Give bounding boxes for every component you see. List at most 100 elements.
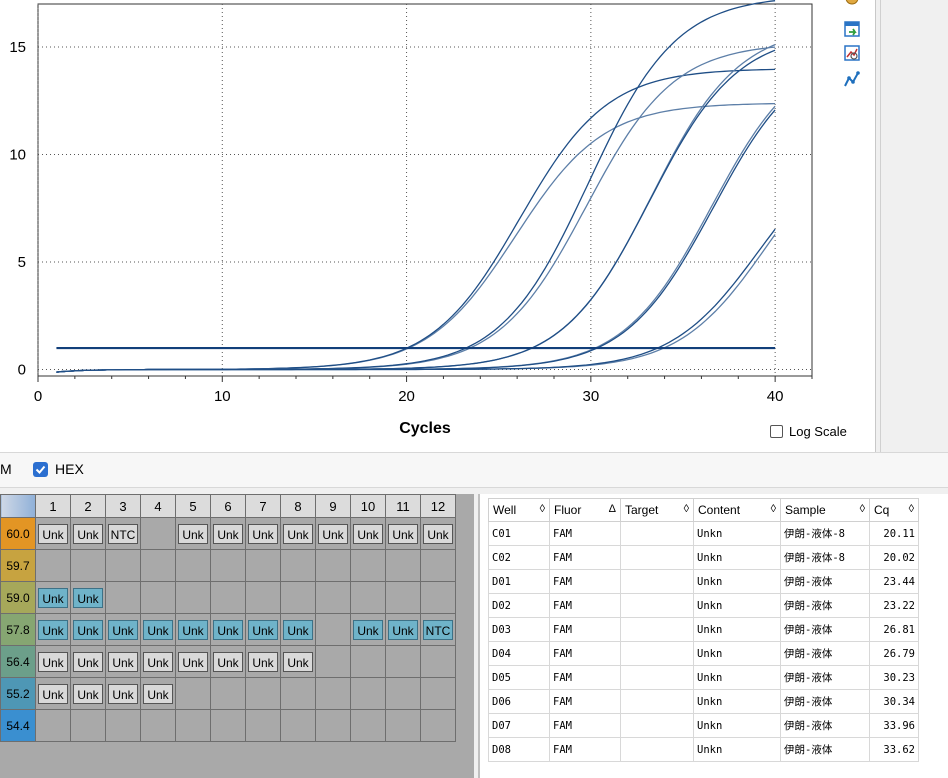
table-row[interactable]: D01 FAM Unkn 伊朗-液体 23.44 (488, 569, 919, 594)
gradient-temperature-label[interactable]: 59.7 (0, 549, 36, 582)
plate-well[interactable]: Unk (210, 613, 246, 646)
plate-well[interactable]: Unk (140, 677, 176, 710)
table-row[interactable]: D07 FAM Unkn 伊朗-液体 33.96 (488, 713, 919, 738)
plate-column-header[interactable]: 10 (350, 494, 386, 518)
plate-well[interactable]: Unk (175, 645, 211, 678)
export-icon[interactable] (842, 20, 862, 38)
plate-well[interactable]: Unk (35, 677, 71, 710)
column-header-cq[interactable]: Cq ◊ (869, 498, 919, 522)
plate-column-header[interactable]: 11 (385, 494, 421, 518)
plate-well[interactable] (140, 549, 176, 582)
plate-well[interactable]: Unk (385, 613, 421, 646)
plate-well[interactable]: Unk (420, 517, 456, 550)
hex-filter[interactable]: HEX (33, 461, 84, 477)
gradient-temperature-label[interactable]: 55.2 (0, 677, 36, 710)
table-row[interactable]: D02 FAM Unkn 伊朗-液体 23.22 (488, 593, 919, 618)
hex-checkbox[interactable] (33, 461, 48, 477)
plate-well[interactable]: Unk (35, 613, 71, 646)
plate-well[interactable] (245, 581, 281, 614)
plate-well[interactable]: Unk (105, 613, 141, 646)
plate-well[interactable]: Unk (105, 645, 141, 678)
plate-well[interactable] (350, 645, 386, 678)
plate-well[interactable] (350, 549, 386, 582)
plate-well[interactable]: Unk (70, 645, 106, 678)
plate-well[interactable] (280, 677, 316, 710)
gradient-temperature-label[interactable]: 56.4 (0, 645, 36, 678)
plate-well[interactable] (350, 709, 386, 742)
plate-well[interactable]: Unk (35, 517, 71, 550)
plate-well[interactable]: Unk (385, 517, 421, 550)
plate-well[interactable] (210, 581, 246, 614)
plate-well[interactable] (210, 709, 246, 742)
plate-well[interactable]: NTC (420, 613, 456, 646)
plate-well[interactable]: Unk (280, 517, 316, 550)
plate-well[interactable] (140, 581, 176, 614)
log-scale-checkbox[interactable] (770, 425, 783, 438)
plate-well[interactable] (175, 677, 211, 710)
sort-icon[interactable]: ◊ (771, 503, 776, 515)
plate-column-header[interactable]: 7 (245, 494, 281, 518)
plate-well[interactable] (315, 709, 351, 742)
plate-well[interactable] (385, 549, 421, 582)
plate-well[interactable] (350, 581, 386, 614)
zoom-chart-icon[interactable] (842, 44, 862, 62)
plate-well[interactable]: Unk (140, 645, 176, 678)
plate-well[interactable]: NTC (105, 517, 141, 550)
plate-column-header[interactable]: 8 (280, 494, 316, 518)
plate-well[interactable] (420, 581, 456, 614)
plate-column-header[interactable]: 6 (210, 494, 246, 518)
plate-well[interactable] (280, 581, 316, 614)
column-header-well[interactable]: Well ◊ (488, 498, 550, 522)
plate-well[interactable]: Unk (280, 645, 316, 678)
plate-column-header[interactable]: 9 (315, 494, 351, 518)
plate-well[interactable]: Unk (315, 517, 351, 550)
plate-well[interactable] (105, 581, 141, 614)
plate-well[interactable] (280, 549, 316, 582)
plate-well[interactable] (35, 549, 71, 582)
plate-well[interactable] (420, 709, 456, 742)
plate-well[interactable] (315, 549, 351, 582)
column-header-content[interactable]: Content ◊ (693, 498, 781, 522)
plate-well[interactable] (140, 517, 176, 550)
sort-icon[interactable]: ◊ (684, 503, 689, 515)
plate-well[interactable]: Unk (350, 517, 386, 550)
plate-well[interactable] (105, 709, 141, 742)
gradient-temperature-label[interactable]: 54.4 (0, 709, 36, 742)
plate-well[interactable]: Unk (210, 517, 246, 550)
plate-well[interactable] (70, 549, 106, 582)
curve-style-icon[interactable] (842, 70, 862, 88)
plate-well[interactable] (420, 677, 456, 710)
sort-icon[interactable]: Δ (609, 503, 616, 515)
plate-well[interactable] (315, 645, 351, 678)
plate-well[interactable] (350, 677, 386, 710)
plate-well[interactable] (245, 677, 281, 710)
plate-well[interactable]: Unk (175, 613, 211, 646)
sort-icon[interactable]: ◊ (860, 503, 865, 515)
plate-well[interactable] (35, 709, 71, 742)
sort-icon[interactable]: ◊ (540, 503, 545, 515)
plate-well[interactable]: Unk (245, 645, 281, 678)
plate-well[interactable]: Unk (210, 645, 246, 678)
plate-well[interactable]: Unk (245, 613, 281, 646)
plate-well[interactable]: Unk (70, 517, 106, 550)
table-row[interactable]: D05 FAM Unkn 伊朗-液体 30.23 (488, 665, 919, 690)
gradient-temperature-label[interactable]: 57.8 (0, 613, 36, 646)
plate-corner[interactable] (0, 494, 36, 518)
plate-well[interactable] (245, 709, 281, 742)
plate-column-header[interactable]: 12 (420, 494, 456, 518)
plate-well[interactable] (315, 613, 351, 646)
plate-well[interactable] (280, 709, 316, 742)
settings-icon[interactable] (842, 0, 862, 10)
plate-column-header[interactable]: 3 (105, 494, 141, 518)
table-row[interactable]: C01 FAM Unkn 伊朗-液体-8 20.11 (488, 521, 919, 546)
table-row[interactable]: D06 FAM Unkn 伊朗-液体 30.34 (488, 689, 919, 714)
plate-well[interactable]: Unk (280, 613, 316, 646)
plate-column-header[interactable]: 5 (175, 494, 211, 518)
table-row[interactable]: D04 FAM Unkn 伊朗-液体 26.79 (488, 641, 919, 666)
plate-well[interactable] (105, 549, 141, 582)
plate-well[interactable]: Unk (70, 677, 106, 710)
plate-well[interactable]: Unk (70, 581, 106, 614)
plate-well[interactable] (385, 709, 421, 742)
plate-well[interactable] (420, 645, 456, 678)
plate-well[interactable] (245, 549, 281, 582)
